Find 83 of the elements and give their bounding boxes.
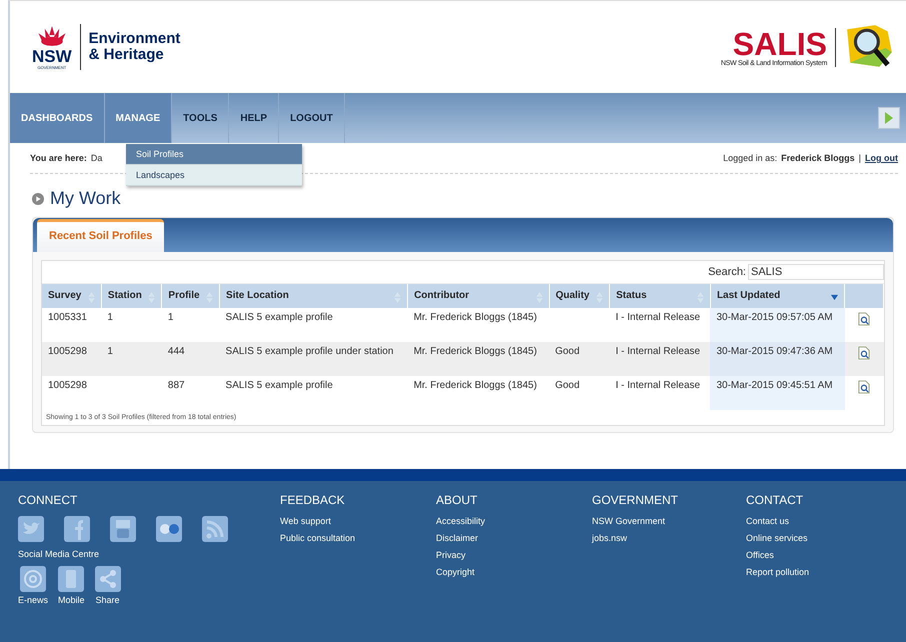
separator: | [858,153,861,163]
footer-link[interactable]: E-news [18,595,48,605]
footer-link[interactable]: NSW Government [592,516,746,526]
footer-link[interactable]: Online services [746,533,810,543]
search-field[interactable]: SALIS [748,264,884,280]
footer-link[interactable]: Share [96,595,120,605]
column-header[interactable]: Contributor [408,284,550,308]
bullet-icon [32,192,44,204]
footer-heading: ABOUT [436,493,478,507]
footer-link[interactable]: Copyright [436,567,592,577]
profile-cell: 1 [162,308,220,342]
bird-icon[interactable] [18,516,44,542]
nav-item[interactable]: MANAGE [104,93,172,143]
rss-icon[interactable] [202,516,228,542]
station-cell: 1 [101,308,162,342]
page-title: My Work [50,188,121,209]
profile-cell: 887 [162,376,220,410]
view-document-icon[interactable] [858,380,870,394]
location-cell: SALIS 5 example profile [220,308,408,342]
org-name: & Heritage [88,47,165,63]
station-cell: 1 [101,342,162,376]
location-cell: SALIS 5 example profile under station [220,342,408,376]
column-header[interactable]: Survey [42,284,102,308]
search-label: Search: [708,266,746,278]
quality-cell: Good [549,342,610,376]
letter-f-icon[interactable] [64,516,90,542]
status-cell: I - Internal Release [610,308,710,342]
footer-link[interactable]: Accessibility [436,516,592,526]
survey-cell: 1005331 [42,308,102,342]
footer-link[interactable]: Report pollution [746,567,810,577]
date-cell: 30-Mar-2015 09:47:36 AM [710,342,844,376]
date-cell: 30-Mar-2015 09:57:05 AM [710,308,844,342]
app-logo-text: SALIS [732,28,827,60]
dots-icon[interactable] [156,516,182,542]
profile-cell: 444 [162,342,220,376]
footer-heading: FEEDBACK [280,493,346,507]
date-cell: 30-Mar-2015 09:45:51 AM [710,376,844,410]
user-name: Frederick Bloggs [781,153,855,163]
share-icon[interactable] [94,566,121,592]
contributor-cell: Mr. Frederick Bloggs (1845) [408,308,550,342]
column-header[interactable]: Last Updated [710,284,844,308]
column-header[interactable]: Site Location [220,284,408,308]
status-cell: I - Internal Release [610,342,710,376]
contributor-cell: Mr. Frederick Bloggs (1845) [408,342,550,376]
footer-link[interactable]: Disclaimer [436,533,592,543]
survey-cell: 1005298 [42,342,102,376]
view-document-icon[interactable] [858,346,870,360]
column-header[interactable]: Profile [162,284,220,308]
quality-cell: Good [549,376,610,410]
nsw-logo-text: NSW [32,48,72,65]
nav-item[interactable]: HELP [229,93,280,143]
play-icon [884,112,894,124]
column-header[interactable]: Status [610,284,710,308]
location-cell: SALIS 5 example profile [220,376,408,410]
view-document-icon[interactable] [858,312,870,326]
menu-item[interactable]: Landscapes [126,165,302,186]
nav-item[interactable]: LOGOUT [279,93,345,143]
breadcrumb-link[interactable]: Da [90,153,102,163]
logged-in-label: Logged in as: [723,153,778,163]
breadcrumb-label: You are here: [30,153,87,163]
nav-item[interactable]: DASHBOARDS [10,93,105,143]
footer-link[interactable]: Offices [746,550,810,560]
footer-link[interactable]: jobs.nsw [592,533,746,543]
footer-link[interactable]: Privacy [436,550,592,560]
footer-link[interactable]: Public consultation [280,533,436,543]
footer-link[interactable]: Social Media Centre [18,549,280,559]
footer-heading: CONTACT [746,493,804,507]
footer-heading: CONNECT [18,493,78,507]
column-header[interactable]: Station [101,284,162,308]
logout-link[interactable]: Log out [865,153,898,163]
contributor-cell: Mr. Frederick Bloggs (1845) [408,376,550,410]
column-header[interactable]: Quality [549,284,610,308]
menu-item[interactable]: Soil Profiles [126,144,302,165]
footer-link[interactable]: Web support [280,516,436,526]
org-name: Environment [88,31,180,47]
footer-link[interactable]: Mobile [58,595,85,605]
nav-item[interactable]: TOOLS [172,93,230,143]
forward-button[interactable] [878,107,900,129]
phone-icon[interactable] [58,566,84,592]
footer-link[interactable]: Contact us [746,516,810,526]
status-cell: I - Internal Release [610,376,710,410]
survey-cell: 1005298 [42,376,102,410]
footer-heading: GOVERNMENT [592,493,680,507]
